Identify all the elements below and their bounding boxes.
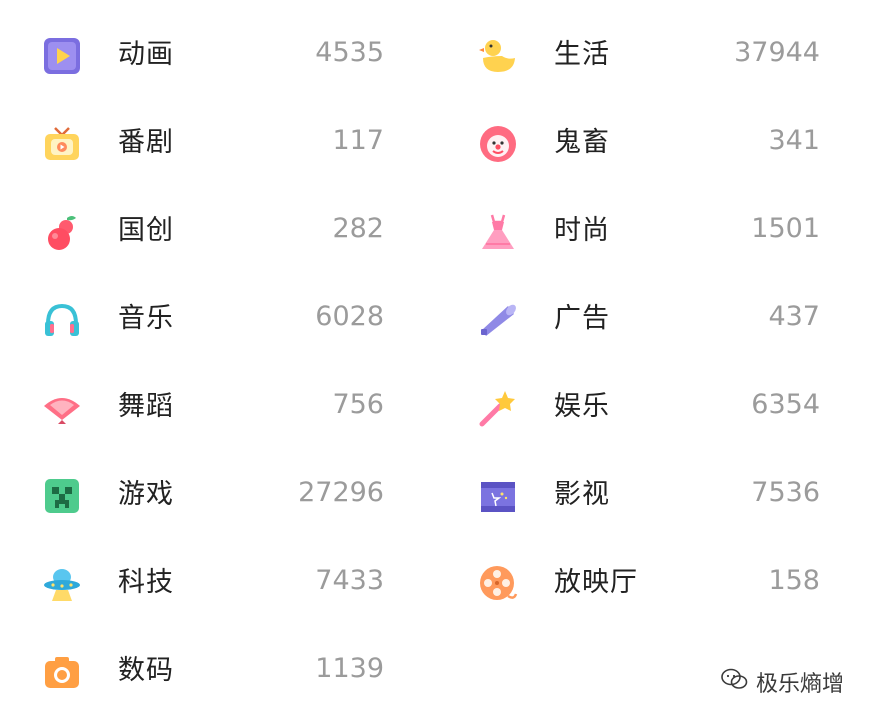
category-count: 756	[332, 389, 384, 420]
category-label: 鬼畜	[554, 127, 610, 158]
category-label: 生活	[554, 39, 610, 70]
category-label: 广告	[554, 303, 610, 334]
category-row-life[interactable]: 生活 37944	[456, 10, 826, 98]
headphones-icon	[42, 300, 82, 340]
megaphone-icon	[478, 300, 518, 340]
category-label: 娱乐	[554, 391, 610, 422]
category-count: 1501	[751, 213, 820, 244]
ufo-icon	[42, 564, 82, 604]
category-count: 6028	[315, 301, 384, 332]
anime-play-icon	[42, 36, 82, 76]
category-count: 282	[332, 213, 384, 244]
category-row-ad[interactable]: 广告 437	[456, 274, 826, 362]
wechat-icon	[720, 667, 748, 697]
category-count: 4535	[315, 37, 384, 68]
watermark: 极乐熵增	[720, 666, 844, 698]
category-label: 番剧	[118, 127, 174, 158]
category-label: 动画	[118, 39, 174, 70]
category-row-film-tv[interactable]: 影视 7536	[456, 450, 826, 538]
category-row-bangumi[interactable]: 番剧 117	[20, 98, 390, 186]
category-row-digital[interactable]: 数码 1139	[20, 626, 390, 714]
category-count: 158	[768, 565, 820, 596]
category-count: 6354	[751, 389, 820, 420]
film-reel-icon	[478, 564, 518, 604]
clown-icon	[478, 124, 518, 164]
category-label: 游戏	[118, 479, 174, 510]
gourd-icon	[42, 212, 82, 252]
category-label: 舞蹈	[118, 391, 174, 422]
category-count: 7536	[751, 477, 820, 508]
category-row-dance[interactable]: 舞蹈 756	[20, 362, 390, 450]
duck-icon	[478, 36, 518, 76]
category-row-game[interactable]: 游戏 27296	[20, 450, 390, 538]
category-row-music[interactable]: 音乐 6028	[20, 274, 390, 362]
category-count: 437	[768, 301, 820, 332]
category-row-fashion[interactable]: 时尚 1501	[456, 186, 826, 274]
category-count: 341	[768, 125, 820, 156]
category-row-entertainment[interactable]: 娱乐 6354	[456, 362, 826, 450]
category-column-right: 生活 37944 鬼畜 341 时尚 1501 广告 437 娱乐 6354 影…	[456, 10, 826, 626]
category-row-guichu[interactable]: 鬼畜 341	[456, 98, 826, 186]
category-row-guochuang[interactable]: 国创 282	[20, 186, 390, 274]
tv-icon	[42, 124, 82, 164]
category-row-tech[interactable]: 科技 7433	[20, 538, 390, 626]
category-row-cinema[interactable]: 放映厅 158	[456, 538, 826, 626]
fan-icon	[42, 388, 82, 428]
clapperboard-icon	[478, 476, 518, 516]
camera-icon	[42, 652, 82, 692]
category-label: 音乐	[118, 303, 174, 334]
category-label: 国创	[118, 215, 174, 246]
category-count: 27296	[298, 477, 384, 508]
category-label: 科技	[118, 567, 174, 598]
creeper-icon	[42, 476, 82, 516]
dress-icon	[478, 212, 518, 252]
category-count: 37944	[734, 37, 820, 68]
category-label: 放映厅	[554, 567, 638, 598]
category-column-left: 动画 4535 番剧 117 国创 282 音乐 6028 舞蹈 756 游戏 …	[20, 10, 390, 714]
watermark-text: 极乐熵增	[755, 672, 844, 697]
category-row-anime[interactable]: 动画 4535	[20, 10, 390, 98]
category-label: 数码	[118, 655, 174, 686]
category-count: 7433	[315, 565, 384, 596]
category-label: 影视	[554, 479, 610, 510]
magic-wand-icon	[478, 388, 518, 428]
category-count: 117	[332, 125, 384, 156]
category-count: 1139	[315, 653, 384, 684]
category-label: 时尚	[554, 215, 610, 246]
